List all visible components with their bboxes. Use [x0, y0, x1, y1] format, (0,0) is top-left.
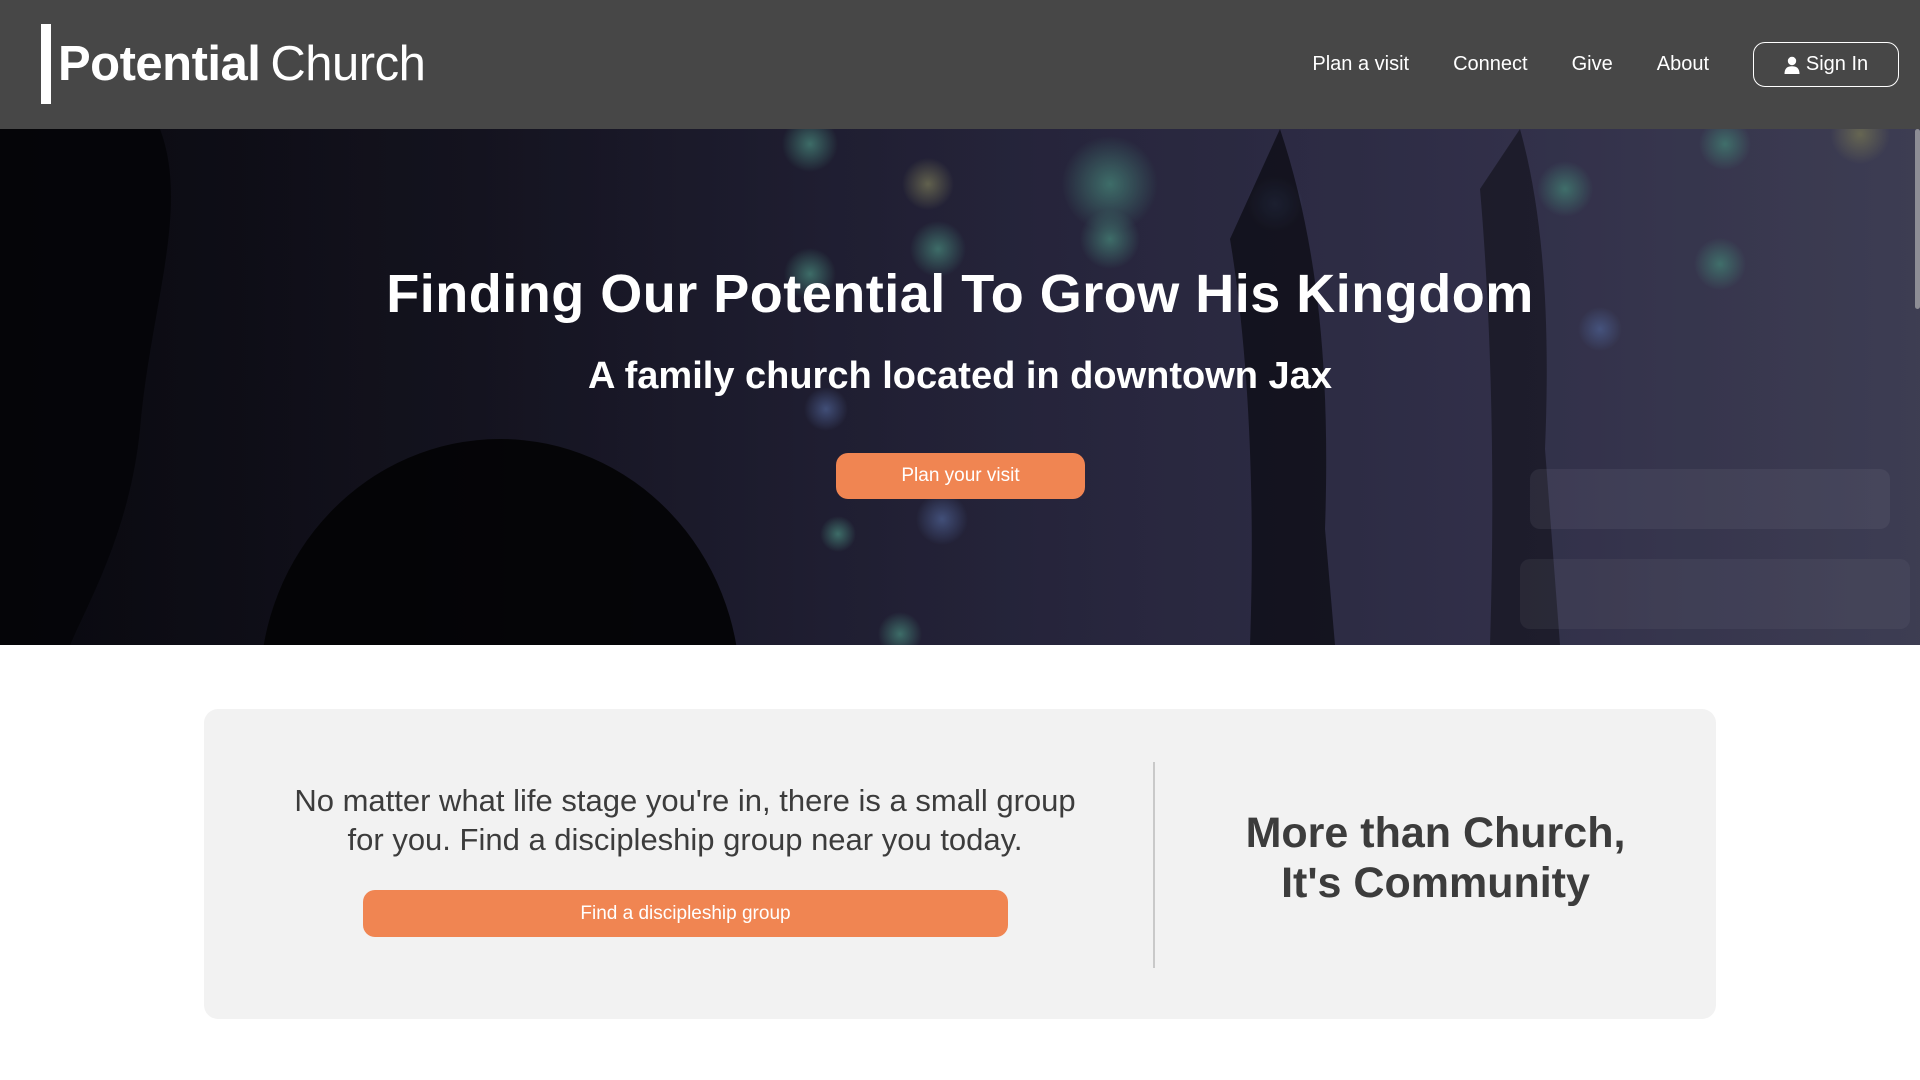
hero-title: Finding Our Potential To Grow His Kingdo… [386, 264, 1534, 324]
logo-text: Potential Church [58, 36, 426, 92]
find-discipleship-group-button[interactable]: Find a discipleship group [363, 890, 1008, 937]
discipleship-description-line: No matter what life stage you're in, the… [294, 783, 1076, 818]
plan-your-visit-button[interactable]: Plan your visit [836, 453, 1085, 499]
logo[interactable]: Potential Church [41, 24, 426, 104]
discipleship-description: No matter what life stage you're in, the… [204, 781, 1166, 859]
nav-give[interactable]: Give [1572, 53, 1613, 76]
nav-connect[interactable]: Connect [1453, 53, 1528, 76]
user-icon [1784, 56, 1800, 74]
hero-subtitle: A family church located in downtown Jax [588, 355, 1332, 397]
discipleship-card: No matter what life stage you're in, the… [204, 709, 1716, 1019]
site-header: Potential Church Plan a visit Connect Giv… [0, 0, 1920, 129]
logo-name-bold: Potential [58, 37, 261, 91]
nav-plan-a-visit[interactable]: Plan a visit [1312, 53, 1409, 76]
sign-in-label: Sign In [1805, 53, 1869, 75]
community-tagline-line: More than Church, [1245, 809, 1626, 857]
community-tagline-line: It's Community [1281, 859, 1590, 907]
hero-section: Finding Our Potential To Grow His Kingdo… [0, 129, 1920, 645]
sign-in-button[interactable]: Sign In [1753, 42, 1899, 87]
community-tagline: More than Church, It's Community [1155, 808, 1716, 908]
main-nav: Plan a visit Connect Give About Sign In [1312, 0, 1920, 129]
logo-name-light: Church [270, 37, 426, 91]
discipleship-description-line: for you. Find a discipleship group near … [347, 822, 1023, 857]
nav-about[interactable]: About [1657, 53, 1709, 76]
logo-bar [41, 24, 51, 104]
